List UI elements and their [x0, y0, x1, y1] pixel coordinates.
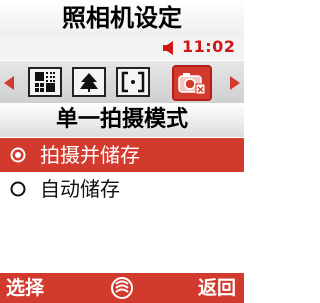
- scene-mode-icon: [80, 73, 98, 92]
- focus-bracket-icon: [121, 71, 145, 93]
- grid-quality-icon: [35, 72, 55, 92]
- select-softkey[interactable]: 选择: [6, 273, 44, 303]
- settings-tab-bar: [0, 61, 244, 103]
- china-mobile-logo-icon: [111, 277, 133, 299]
- list-item-auto-save[interactable]: 自动储存: [0, 172, 244, 206]
- speaker-icon: [163, 41, 173, 55]
- list-item-label: 拍摄并储存: [40, 143, 140, 167]
- back-softkey[interactable]: 返回: [198, 273, 236, 303]
- page-title: 照相机设定: [0, 0, 244, 36]
- list-item-label: 自动储存: [40, 177, 120, 201]
- arrow-right-icon[interactable]: [228, 74, 242, 92]
- radio-selected-icon: [10, 147, 26, 163]
- option-list: 拍摄并储存 自动储存: [0, 138, 244, 206]
- arrow-left-icon[interactable]: [2, 74, 16, 92]
- clock: 11:02: [182, 37, 236, 56]
- section-title: 单一拍摄模式: [0, 103, 244, 137]
- softkey-bar: 选择 返回: [0, 273, 244, 303]
- radio-unselected-icon: [10, 181, 26, 197]
- tab-quality[interactable]: [28, 67, 62, 97]
- tab-camera-settings[interactable]: [172, 65, 212, 101]
- tab-scene[interactable]: [72, 67, 106, 97]
- list-item-save-after-shot[interactable]: 拍摄并储存: [0, 138, 244, 172]
- tab-focus[interactable]: [116, 67, 150, 97]
- camera-settings-icon: [178, 73, 206, 95]
- status-bar: 11:02: [0, 36, 244, 60]
